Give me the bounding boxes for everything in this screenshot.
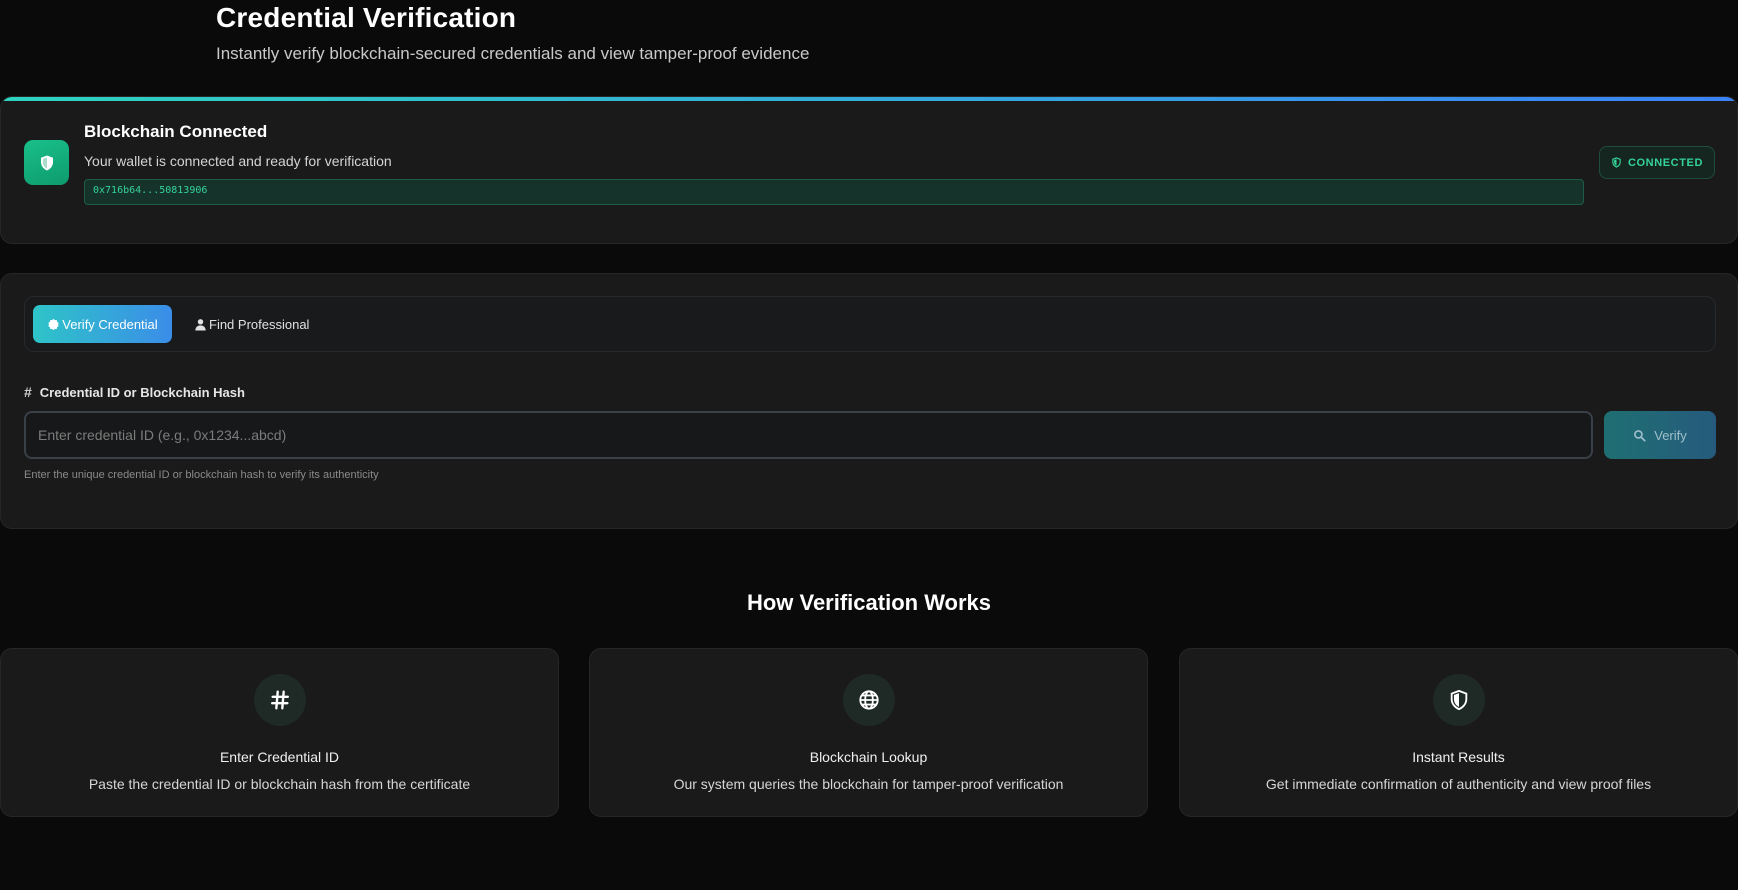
verification-tabs: Verify Credential Find Professional: [24, 296, 1716, 352]
hash-icon: #: [24, 384, 32, 400]
tab-find-professional[interactable]: Find Professional: [190, 305, 313, 343]
tab-verify-credential-label: Verify Credential: [62, 316, 158, 332]
badge-icon: [48, 318, 59, 330]
shield-icon: [1450, 689, 1467, 711]
step-description: Paste the credential ID or blockchain ha…: [88, 776, 471, 792]
verification-panel: Verify Credential Find Professional # Cr…: [0, 273, 1738, 529]
credential-field-label-text: Credential ID or Blockchain Hash: [39, 384, 245, 400]
search-icon: [1634, 429, 1646, 442]
step-card-blockchain-lookup: Blockchain Lookup Our system queries the…: [589, 648, 1148, 817]
step-description: Our system queries the blockchain for ta…: [673, 776, 1064, 792]
credential-id-input[interactable]: [24, 411, 1593, 459]
step-icon-circle: [253, 674, 306, 726]
shield-icon: [1612, 157, 1621, 168]
page-subtitle: Instantly verify blockchain-secured cred…: [216, 44, 810, 63]
step-title: Blockchain Lookup: [809, 749, 928, 765]
wallet-status-card: Blockchain Connected Your wallet is conn…: [0, 96, 1738, 244]
verify-button-label: Verify: [1654, 427, 1687, 443]
step-card-instant-results: Instant Results Get immediate confirmati…: [1179, 648, 1738, 817]
hash-icon: [270, 690, 289, 710]
wallet-address: 0x716b64...50813906: [84, 179, 1584, 205]
globe-icon: [858, 690, 879, 710]
verify-button[interactable]: Verify: [1604, 411, 1716, 459]
tab-find-professional-label: Find Professional: [209, 316, 310, 332]
wallet-status-description: Your wallet is connected and ready for v…: [84, 153, 392, 169]
wallet-shield-badge: [24, 140, 69, 185]
wallet-status-title: Blockchain Connected: [84, 122, 268, 141]
step-description: Get immediate confirmation of authentici…: [1265, 776, 1652, 792]
shield-icon: [40, 155, 53, 170]
credential-help-text: Enter the unique credential ID or blockc…: [24, 469, 379, 481]
how-it-works-title: How Verification Works: [746, 590, 992, 615]
card-accent-bar: [1, 97, 1737, 101]
step-icon-circle: [842, 674, 895, 726]
credential-field-label: # Credential ID or Blockchain Hash: [24, 384, 245, 400]
connected-status-badge: CONNECTED: [1599, 146, 1715, 179]
tab-verify-credential[interactable]: Verify Credential: [33, 305, 172, 343]
page: Credential Verification Instantly verify…: [0, 0, 1738, 890]
page-title: Credential Verification: [216, 2, 517, 33]
user-icon: [195, 318, 206, 330]
step-icon-circle: [1432, 674, 1485, 726]
step-card-enter-id: Enter Credential ID Paste the credential…: [0, 648, 559, 817]
step-title: Enter Credential ID: [219, 749, 340, 765]
step-title: Instant Results: [1412, 749, 1505, 765]
connected-status-label: CONNECTED: [1627, 156, 1704, 169]
